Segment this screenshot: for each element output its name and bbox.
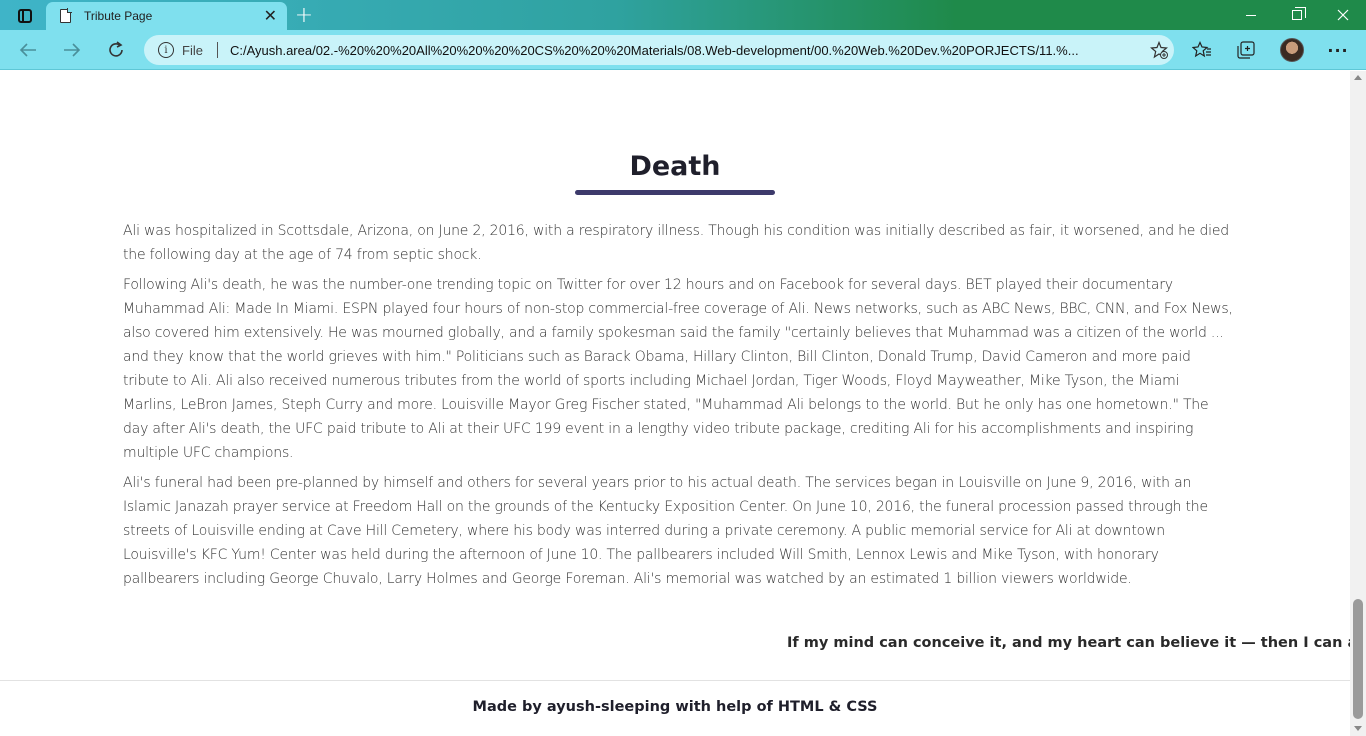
- page-icon: [60, 8, 72, 23]
- tab-close-icon[interactable]: ✕: [264, 8, 277, 24]
- tab-title: Tribute Page: [84, 9, 153, 23]
- page-viewport: Death Ali was hospitalized in Scottsdale…: [0, 71, 1350, 736]
- scrollbar-thumb[interactable]: [1353, 599, 1363, 719]
- tab-actions-button[interactable]: [10, 3, 40, 28]
- footer-divider: [0, 680, 1350, 681]
- scroll-up-icon[interactable]: [1354, 75, 1362, 80]
- favorites-icon: [1192, 41, 1211, 58]
- favorites-button[interactable]: [1186, 36, 1218, 64]
- back-button[interactable]: [12, 36, 44, 64]
- footer-credit: Made by ayush-sleeping with help of HTML…: [472, 699, 878, 715]
- tab-actions-icon: [18, 8, 32, 23]
- minimize-icon: [1246, 14, 1256, 16]
- more-icon: ···: [1327, 40, 1349, 60]
- section-body: Ali was hospitalized in Scottsdale, Ariz…: [123, 219, 1233, 597]
- restore-icon: [1292, 7, 1306, 20]
- reload-button[interactable]: [100, 36, 132, 64]
- vertical-scrollbar[interactable]: [1350, 71, 1366, 736]
- collections-icon: [1237, 41, 1255, 59]
- url-text[interactable]: C:/Ayush.area/02.-%20%20%20All%20%20%20%…: [230, 43, 1144, 58]
- profile-button[interactable]: [1276, 36, 1308, 64]
- new-tab-button[interactable]: +: [291, 3, 317, 28]
- close-icon: [1337, 9, 1349, 21]
- address-bar[interactable]: i File C:/Ayush.area/02.-%20%20%20All%20…: [144, 35, 1174, 65]
- avatar: [1280, 38, 1304, 62]
- title-underline: [575, 190, 775, 195]
- reload-icon: [109, 41, 123, 57]
- tab-tribute-page[interactable]: Tribute Page ✕: [46, 2, 287, 30]
- divider: [216, 42, 218, 58]
- paragraph-funeral: Ali's funeral had been pre-planned by hi…: [123, 475, 1208, 587]
- minimize-button[interactable]: [1228, 0, 1274, 30]
- navigation-bar: i File C:/Ayush.area/02.-%20%20%20All%20…: [0, 30, 1366, 70]
- info-icon[interactable]: i: [158, 42, 174, 58]
- star-plus-icon[interactable]: [1144, 41, 1174, 59]
- scroll-down-icon[interactable]: [1354, 726, 1362, 731]
- restore-button[interactable]: [1274, 0, 1320, 30]
- arrow-right-icon: [64, 43, 81, 57]
- paragraph-tributes: Following Ali's death, he was the number…: [123, 277, 1233, 461]
- marquee-quote: If my mind can conceive it, and my heart…: [787, 635, 1350, 651]
- scheme-label: File: [182, 42, 203, 58]
- paragraph-hospitalization: Ali was hospitalized in Scottsdale, Ariz…: [123, 223, 1229, 263]
- more-button[interactable]: ···: [1322, 36, 1354, 64]
- close-window-button[interactable]: [1320, 0, 1366, 30]
- arrow-left-icon: [19, 43, 36, 57]
- section-title: Death: [629, 151, 721, 182]
- collections-button[interactable]: [1230, 36, 1262, 64]
- tab-strip: Tribute Page ✕ +: [0, 0, 1366, 30]
- forward-button[interactable]: [56, 36, 88, 64]
